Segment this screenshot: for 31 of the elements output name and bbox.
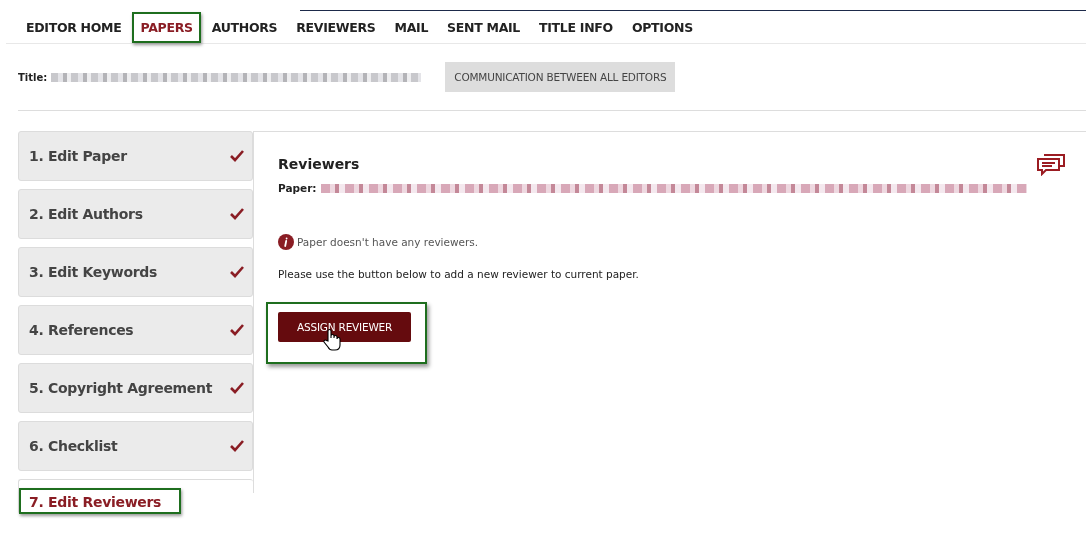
nav-tab[interactable]: EDITOR HOME — [18, 11, 130, 43]
paper-label: Paper: — [278, 182, 317, 194]
step-item[interactable]: 6. Checklist — [18, 421, 253, 471]
step-item[interactable]: 5. Copyright Agreement — [18, 363, 253, 413]
panel-heading: Reviewers — [278, 156, 360, 172]
step-label: 7. Edit Reviewers — [19, 488, 182, 514]
nav-tab[interactable]: MAIL — [386, 11, 437, 43]
info-icon — [278, 234, 294, 250]
step-label: 6. Checklist — [29, 438, 118, 454]
step-item[interactable]: 3. Edit Keywords — [18, 247, 253, 297]
step-item[interactable]: 1. Edit Paper — [18, 131, 253, 181]
step-item[interactable]: 7. Edit Reviewers — [18, 479, 253, 514]
assign-reviewer-button[interactable]: ASSIGN REVIEWER — [278, 312, 412, 342]
step-label: 4. References — [29, 322, 134, 338]
nav-tab[interactable]: PAPERS — [132, 11, 201, 43]
instruction-text: Please use the button below to add a new reviewer to current paper. — [278, 268, 640, 280]
step-label: 2. Edit Authors — [29, 206, 143, 222]
step-label: 3. Edit Keywords — [29, 264, 158, 280]
nav-tab[interactable]: AUTHORS — [203, 11, 286, 43]
chat-icon[interactable] — [1036, 152, 1066, 176]
step-item[interactable]: 2. Edit Authors — [18, 189, 253, 239]
notice-text: Paper doesn't have any reviewers. — [297, 236, 479, 248]
title-label: Title: — [18, 71, 48, 83]
step-item[interactable]: 4. References — [18, 305, 253, 355]
nav-tab[interactable]: TITLE INFO — [531, 11, 621, 43]
nav-tab[interactable]: SENT MAIL — [439, 11, 529, 43]
step-label: 5. Copyright Agreement — [29, 380, 213, 396]
step-label: 1. Edit Paper — [29, 148, 127, 164]
nav-tab[interactable]: REVIEWERS — [288, 11, 384, 43]
communication-button[interactable]: COMMUNICATION BETWEEN ALL EDITORS — [445, 62, 676, 92]
nav-tab[interactable]: OPTIONS — [623, 11, 701, 43]
